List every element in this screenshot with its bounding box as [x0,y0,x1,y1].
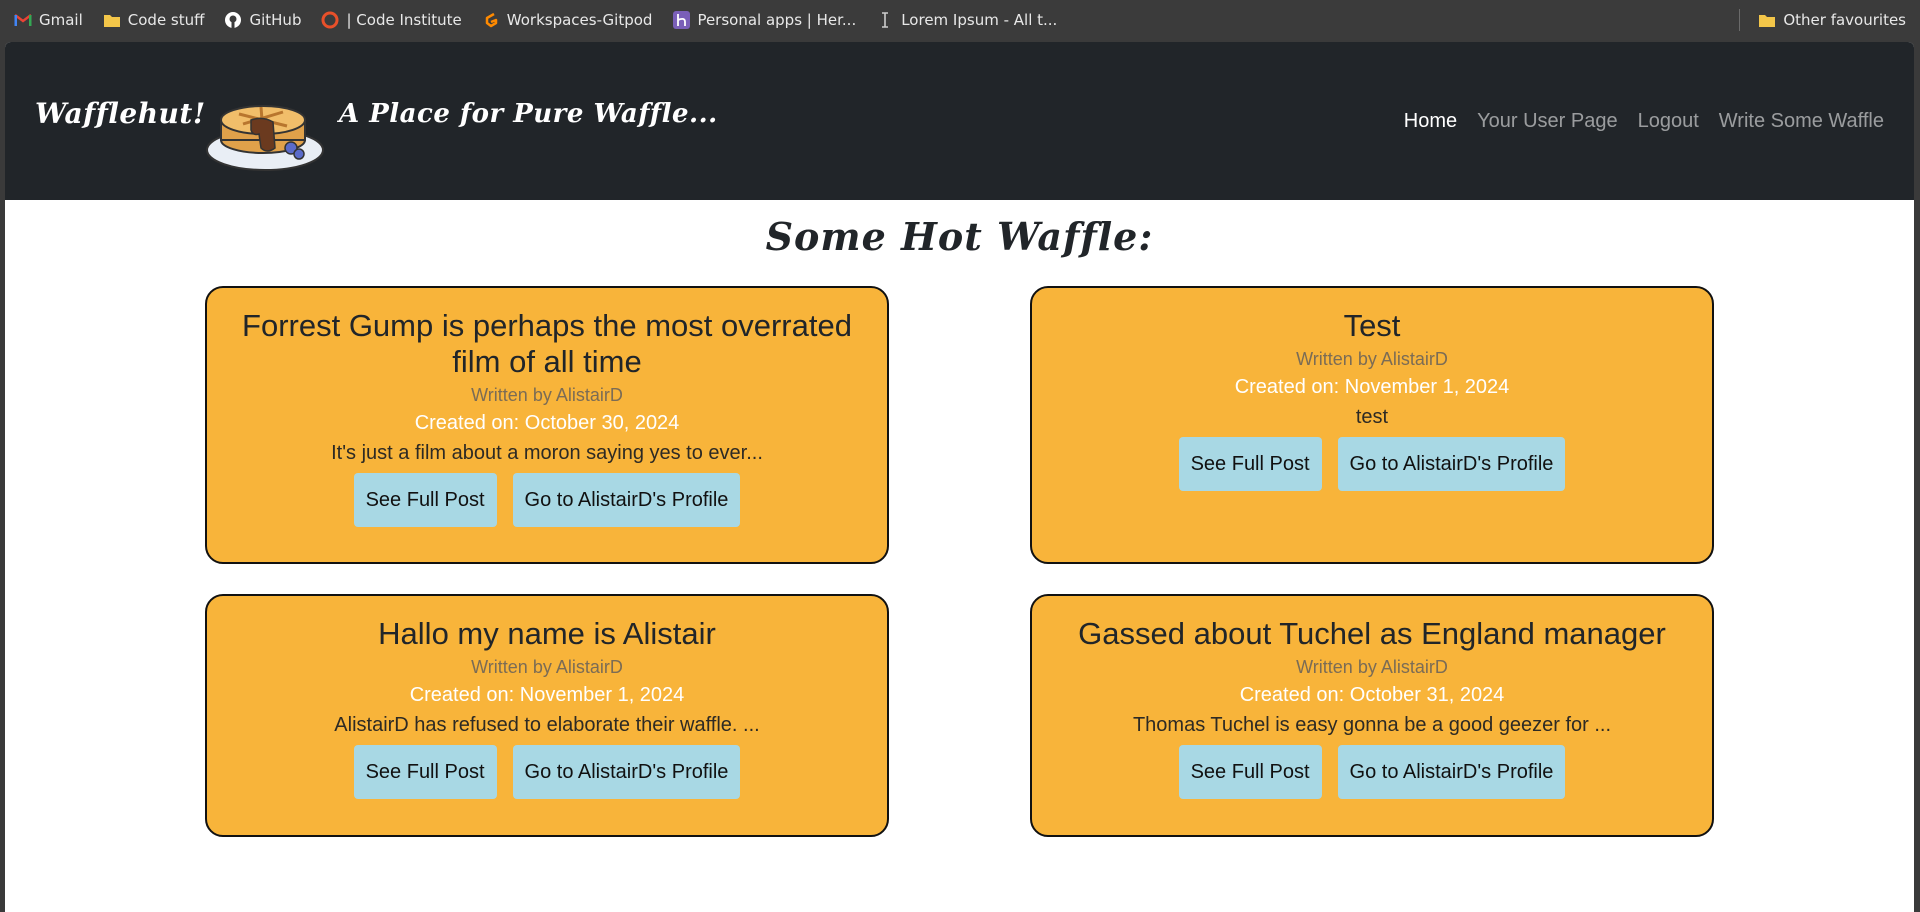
waffle-logo-icon[interactable] [203,90,327,172]
author-profile-button[interactable]: Go to AlistairD's Profile [1337,745,1566,799]
gitpod-icon [482,11,500,29]
post-date: Created on: November 1, 2024 [1234,376,1510,398]
post-date: Created on: November 1, 2024 [409,684,685,706]
web-page: Wafflehut! A Place for Pure Waffle... Ho… [5,42,1914,912]
bookmark-code-institute[interactable]: | Code Institute [311,0,471,40]
post-title: Gassed about Tuchel as England manager [1078,616,1666,651]
bookmark-label: Code stuff [127,11,205,29]
nav-link-user-page[interactable]: Your User Page [1467,110,1627,133]
post-actions: See Full Post Go to AlistairD's Profile [207,745,887,799]
bookmark-heroku[interactable]: Personal apps | Her... [662,0,866,40]
post-excerpt: test [1355,406,1389,428]
post-title: Forrest Gump is perhaps the most overrat… [242,308,852,379]
gmail-icon [14,11,32,29]
post-author: Written by AlistairD [471,385,623,405]
post-excerpt: AlistairD has refused to elaborate their… [334,714,760,736]
author-profile-button[interactable]: Go to AlistairD's Profile [512,745,741,799]
post-actions: See Full Post Go to AlistairD's Profile [207,473,887,527]
bookmark-label: Other favourites [1783,11,1906,29]
see-full-post-button[interactable]: See Full Post [353,473,497,527]
bookmark-label: GitHub [249,11,302,29]
post-actions: See Full Post Go to AlistairD's Profile [1032,437,1712,491]
bookmark-gmail[interactable]: Gmail [0,0,93,40]
brand-name[interactable]: Wafflehut! [35,97,206,130]
post-card: Hallo my name is Alistair Written by Ali… [205,594,889,837]
bookmark-gitpod[interactable]: Workspaces-Gitpod [472,0,663,40]
bookmark-github[interactable]: GitHub [214,0,311,40]
heroku-icon [672,11,690,29]
post-title: Test [1343,308,1401,343]
github-icon [224,11,242,29]
author-profile-button[interactable]: Go to AlistairD's Profile [512,473,741,527]
page-title: Some Hot Waffle: [765,214,1154,259]
post-card: Forrest Gump is perhaps the most overrat… [205,286,889,564]
bookmark-other-favourites[interactable]: Other favourites [1748,0,1920,40]
bookmark-label: | Code Institute [346,11,462,29]
bookmark-label: Workspaces-Gitpod [506,11,653,29]
nav-link-write-waffle[interactable]: Write Some Waffle [1709,110,1894,133]
bookmarks-divider [1739,9,1741,31]
bookmark-label: Lorem Ipsum - All t... [901,11,1058,29]
see-full-post-button[interactable]: See Full Post [1178,745,1322,799]
see-full-post-button[interactable]: See Full Post [1178,437,1322,491]
bookmark-label: Personal apps | Her... [697,11,857,29]
bookmark-label: Gmail [39,11,83,29]
bookmarks-bar: Gmail Code stuff GitHub | Code Institute… [0,0,1920,40]
post-author: Written by AlistairD [1296,657,1448,677]
bookmark-code-stuff[interactable]: Code stuff [93,0,215,40]
post-date: Created on: October 30, 2024 [414,412,680,434]
bookmark-lorem-ipsum[interactable]: Lorem Ipsum - All t... [866,0,1067,40]
post-excerpt: It's just a film about a moron saying ye… [331,442,763,464]
post-card: Gassed about Tuchel as England manager W… [1030,594,1714,837]
author-profile-button[interactable]: Go to AlistairD's Profile [1337,437,1566,491]
post-author: Written by AlistairD [1296,349,1448,369]
nav-link-logout[interactable]: Logout [1628,110,1709,133]
nav-link-home[interactable]: Home [1394,110,1467,133]
see-full-post-button[interactable]: See Full Post [353,745,497,799]
tagline: A Place for Pure Waffle... [339,99,718,129]
post-card: Test Written by AlistairD Created on: No… [1030,286,1714,564]
post-author: Written by AlistairD [471,657,623,677]
navbar: Wafflehut! A Place for Pure Waffle... Ho… [5,42,1914,200]
code-institute-icon [321,11,339,29]
post-actions: See Full Post Go to AlistairD's Profile [1032,745,1712,799]
post-title: Hallo my name is Alistair [378,616,716,651]
folder-icon [1758,11,1776,29]
post-date: Created on: October 31, 2024 [1239,684,1505,706]
text-cursor-icon [876,11,894,29]
post-excerpt: Thomas Tuchel is easy gonna be a good ge… [1132,714,1612,736]
nav-links: Home Your User Page Logout Write Some Wa… [1394,110,1894,133]
folder-icon [103,11,121,29]
